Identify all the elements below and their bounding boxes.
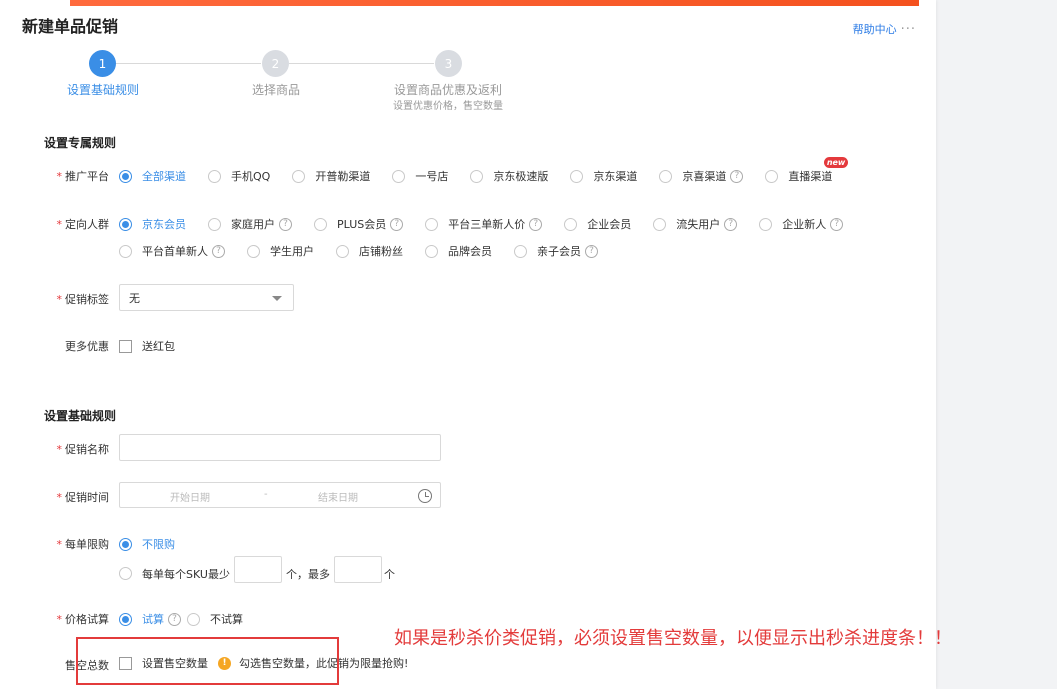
limit-option-unlimited[interactable]: 不限购 — [119, 536, 175, 552]
step-3-label: 设置商品优惠及返利 — [393, 83, 503, 97]
step-connector — [116, 63, 261, 64]
audience-radio-group-row2: 平台首单新人? 学生用户 店铺粉丝 品牌会员 亲子会员? — [119, 243, 620, 259]
audience-option-enterprise[interactable]: 企业会员 — [564, 216, 631, 232]
platform-option-yhd[interactable]: 一号店 — [392, 168, 448, 184]
audience-radio-group-row1: 京东会员 家庭用户? PLUS会员? 平台三单新人价? 企业会员 流失用户? 企… — [119, 216, 865, 232]
audience-option-jd-member[interactable]: 京东会员 — [119, 216, 186, 232]
top-accent-bar — [70, 0, 919, 6]
promotion-tag-value: 无 — [129, 291, 140, 305]
audience-option-student[interactable]: 学生用户 — [247, 243, 314, 259]
limit-radio-custom-row: 每单每个SKU最少 个，最多 个 — [119, 556, 395, 583]
audience-option-three-order-new[interactable]: 平台三单新人价? — [425, 216, 543, 232]
more-discount-label: 更多优惠 — [65, 340, 109, 353]
section-title-exclusive-rules: 设置专属规则 — [44, 136, 117, 150]
trial-label: * 价格试算 — [56, 613, 110, 626]
trial-option-no[interactable]: 不试算 — [187, 611, 243, 627]
help-icon[interactable]: ? — [390, 217, 404, 231]
audience-option-enterprise-new[interactable]: 企业新人? — [759, 216, 844, 232]
promotion-time-range[interactable]: 开始日期 - 结束日期 — [119, 482, 441, 508]
start-date-input[interactable]: 开始日期 — [170, 489, 210, 504]
step-indicator: 1 设置基础规则 2 选择商品 3 设置商品优惠及返利 设置优惠价格，售空数量 — [0, 50, 936, 112]
red-packet-checkbox[interactable]: 送红包 — [119, 338, 175, 354]
promotion-tag-select[interactable]: 无 — [119, 284, 294, 311]
platform-option-all[interactable]: 全部渠道 — [119, 168, 186, 184]
step-connector — [289, 63, 434, 64]
annotation-text: 如果是秒杀价类促销，必须设置售空数量，以便显示出秒杀进度条！！ — [394, 628, 952, 649]
audience-option-first-order-new[interactable]: 平台首单新人? — [119, 243, 225, 259]
help-center-label: 帮助中心 — [852, 23, 897, 36]
help-icon[interactable]: ? — [279, 217, 292, 231]
date-separator: - — [264, 489, 268, 500]
step-2-circle: 2 — [262, 50, 289, 77]
new-badge: new — [823, 157, 849, 168]
platform-option-jd[interactable]: 京东渠道 — [570, 168, 637, 184]
audience-option-parent-child[interactable]: 亲子会员? — [514, 243, 598, 259]
help-icon[interactable]: ? — [830, 217, 844, 231]
time-label: * 促销时间 — [56, 491, 110, 504]
step-1-label: 设置基础规则 — [66, 83, 140, 97]
end-date-input[interactable]: 结束日期 — [318, 489, 358, 504]
audience-option-family[interactable]: 家庭用户? — [208, 216, 292, 232]
unit-label-1: 个，最多 — [285, 567, 330, 581]
checkbox-box[interactable] — [119, 339, 132, 353]
platform-radio-group: 全部渠道 手机QQ 开普勒渠道 一号店 京东极速版 京东渠道 京喜渠道? 直播渠… — [119, 157, 854, 184]
scrollbar[interactable] — [1038, 0, 1057, 689]
name-label: * 促销名称 — [56, 443, 110, 456]
clock-icon[interactable] — [418, 489, 432, 503]
help-icon[interactable]: ? — [730, 169, 744, 183]
platform-option-jingxi[interactable]: 京喜渠道? — [659, 168, 744, 184]
unit-label-2: 个 — [383, 567, 395, 581]
trial-option-yes[interactable]: 试算? — [119, 611, 181, 627]
limit-label: * 每单限购 — [56, 538, 110, 551]
limit-option-custom[interactable]: 每单每个SKU最少 — [119, 558, 230, 582]
chevron-down-icon — [272, 296, 282, 301]
help-center-link[interactable]: 帮助中心 ··· — [853, 21, 916, 37]
audience-option-fans[interactable]: 店铺粉丝 — [336, 243, 403, 259]
more-icon[interactable]: ··· — [901, 22, 916, 37]
page-title: 新建单品促销 — [22, 17, 119, 36]
help-icon[interactable]: ? — [585, 244, 598, 258]
help-icon[interactable]: ? — [212, 244, 225, 258]
annotation-highlight-box — [76, 637, 339, 685]
help-icon[interactable]: ? — [529, 217, 543, 231]
trial-radio-group: 试算? 不试算 — [119, 611, 265, 627]
promotion-name-input[interactable] — [119, 434, 441, 461]
step-2-label: 选择商品 — [251, 83, 301, 97]
step-3-circle: 3 — [435, 50, 462, 77]
audience-label: * 定向人群 — [56, 218, 110, 231]
tag-label: * 促销标签 — [56, 293, 110, 306]
min-quantity-input[interactable] — [233, 556, 282, 583]
platform-label: * 推广平台 — [56, 170, 110, 183]
audience-option-lost[interactable]: 流失用户? — [653, 216, 738, 232]
limit-radio-unlimited-row: 不限购 — [119, 536, 197, 552]
audience-option-plus[interactable]: PLUS会员? — [314, 216, 404, 232]
platform-option-kepler[interactable]: 开普勒渠道 — [292, 168, 370, 184]
help-icon[interactable]: ? — [724, 217, 738, 231]
audience-option-brand-member[interactable]: 品牌会员 — [425, 243, 492, 259]
step-3-sublabel: 设置优惠价格，售空数量 — [393, 101, 503, 112]
red-packet-label: 送红包 — [142, 340, 175, 353]
main-panel: 新建单品促销 帮助中心 ··· 1 设置基础规则 2 选择商品 3 设置商品优惠… — [0, 0, 936, 689]
step-1-circle: 1 — [89, 50, 116, 77]
max-quantity-input[interactable] — [333, 556, 382, 583]
platform-option-live[interactable]: 直播渠道 new — [765, 157, 849, 184]
help-icon[interactable]: ? — [168, 612, 181, 626]
platform-option-speed[interactable]: 京东极速版 — [470, 168, 548, 184]
section-title-basic-rules: 设置基础规则 — [44, 409, 117, 423]
platform-option-qq[interactable]: 手机QQ — [208, 168, 270, 184]
